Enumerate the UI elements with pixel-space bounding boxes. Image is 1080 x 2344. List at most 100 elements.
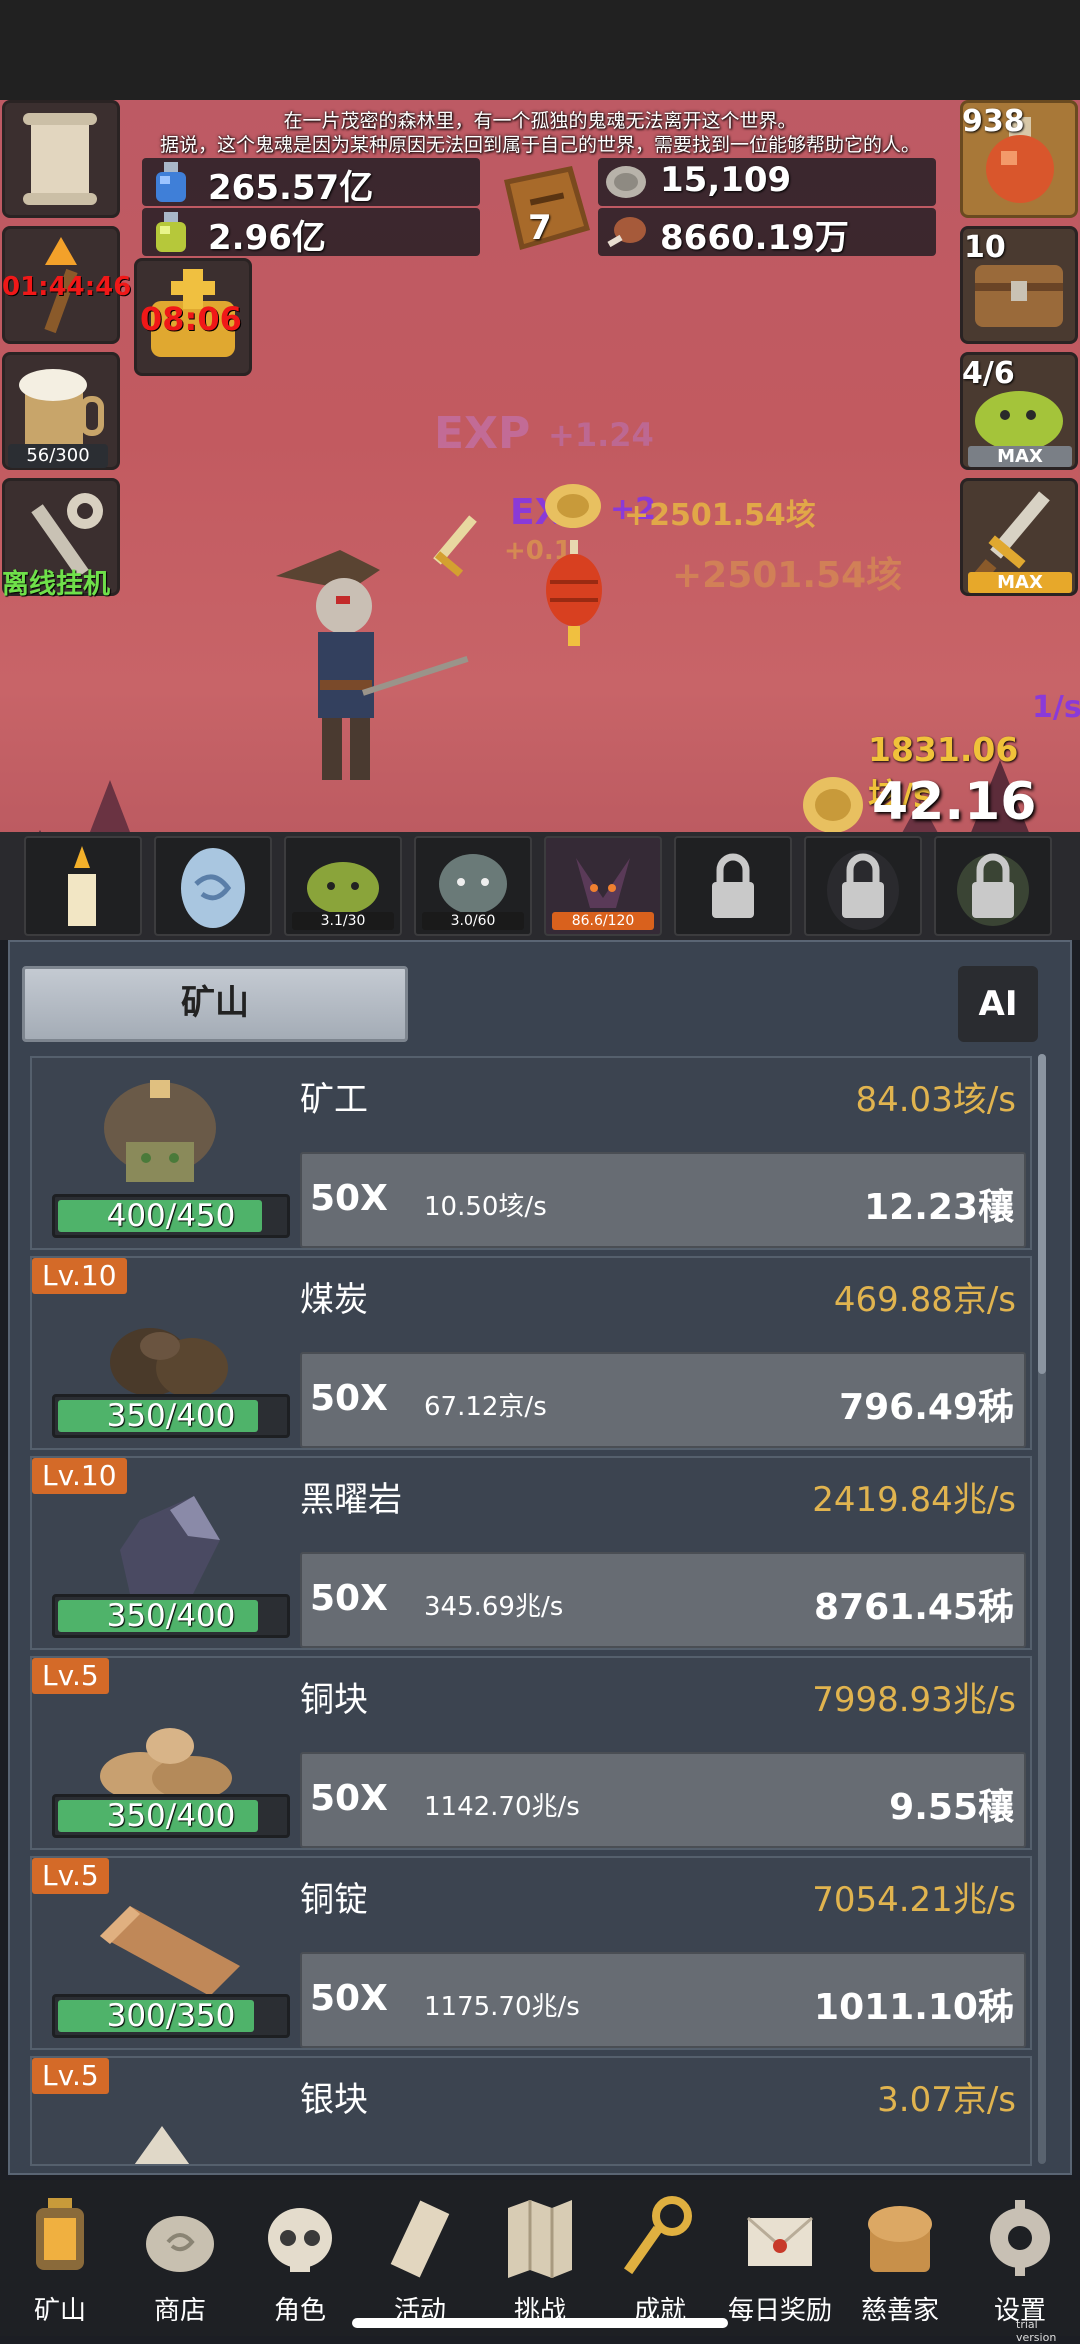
miner-buy-rate: 10.50垓/s (424, 1192, 547, 1222)
nav-achievements[interactable]: 成就 (600, 2180, 720, 2330)
tab-mine[interactable]: 矿山 (22, 966, 408, 1042)
mine-row-obsidian: Lv.10 350/400 黑曜岩 2419.84兆/s 50X 345.69兆… (30, 1456, 1032, 1650)
miner-progress-text: 400/450 (106, 1198, 236, 1234)
copper-level: Lv.5 (32, 1658, 109, 1694)
candle-icon (68, 846, 96, 926)
miner-name: 矿工 (300, 1080, 368, 1120)
slime-companion-icon (307, 862, 379, 914)
lock-icon (827, 850, 899, 930)
scrollbar[interactable] (1038, 1054, 1046, 2164)
miner-buy-button[interactable]: 50X 10.50垓/s 12.23穰 (300, 1152, 1026, 1248)
skull-icon (268, 2208, 332, 2272)
resource-blue-panel: 265.57亿 (142, 158, 480, 208)
nav-character[interactable]: 角色 (240, 2180, 360, 2330)
mine-row-copper-ingot: Lv.5 300/350 铜锭 7054.21兆/s 50X 1175.70兆/… (30, 1856, 1032, 2050)
copper-progress-text: 350/400 (106, 1798, 236, 1834)
miner-rate: 84.03垓/s (855, 1080, 1016, 1120)
blue-potion-icon (156, 162, 186, 202)
nav-daily-reward-label: 每日奖励 (727, 2296, 832, 2326)
copper-ingot-progress-text: 300/350 (106, 1998, 236, 2034)
scroll-icon (390, 2200, 450, 2278)
meat-icon (607, 217, 646, 248)
resource-green-panel: 2.96亿 (142, 208, 480, 258)
copper-ingot-rate: 7054.21兆/s (812, 1880, 1016, 1920)
nav-daily-reward[interactable]: 每日奖励 (720, 2180, 840, 2330)
miner-multiplier: 50X (310, 1178, 388, 1219)
slot-slime[interactable]: 3.1/30 (284, 836, 402, 936)
coal-name: 煤炭 (300, 1280, 368, 1320)
copper-cost: 9.55穰 (889, 1787, 1014, 1828)
scrollbar-thumb[interactable] (1038, 1054, 1046, 1374)
coal-rate: 469.88京/s (833, 1280, 1016, 1320)
coal-buy-rate: 67.12京/s (424, 1392, 547, 1422)
lantern-icon (36, 2198, 84, 2270)
coal-cost: 796.49秭 (839, 1387, 1014, 1428)
companion-slot-row: 3.1/30 3.0/60 86.6/120 (0, 832, 1080, 940)
book-button[interactable]: 7 (490, 160, 600, 256)
copper-ingot-buy-button[interactable]: 50X 1175.70兆/s 1011.10秭 (300, 1952, 1026, 2048)
mine-row-coal: Lv.10 350/400 煤炭 469.88京/s 50X 67.12京/s … (30, 1256, 1032, 1450)
copper-name: 铜块 (300, 1680, 368, 1720)
coal-icon (110, 1328, 228, 1398)
miner-cost: 12.23穰 (864, 1187, 1014, 1228)
quest-scroll-button[interactable] (2, 100, 120, 218)
home-indicator (352, 2318, 728, 2328)
copper-ingot-multiplier: 50X (310, 1978, 388, 2019)
obsidian-progress: 350/400 (52, 1594, 290, 1638)
copper-rate: 7998.93兆/s (812, 1680, 1016, 1720)
nav-shop[interactable]: 商店 (120, 2180, 240, 2330)
coal-multiplier: 50X (310, 1378, 388, 1419)
slot-ghost[interactable]: 3.0/60 (414, 836, 532, 936)
slot-locked-1[interactable] (674, 836, 792, 936)
obsidian-name: 黑曜岩 (300, 1480, 402, 1520)
gear-icon (990, 2200, 1050, 2276)
egg-icon (181, 848, 245, 928)
lantern-enemy[interactable] (544, 540, 604, 650)
obsidian-cost: 8761.45秭 (814, 1587, 1014, 1628)
mine-row-miner: 400/450 矿工 84.03垓/s 50X 10.50垓/s 12.23穰 (30, 1056, 1032, 1250)
slot-ghost-progress: 3.0/60 (422, 912, 524, 930)
obsidian-rate: 2419.84兆/s (812, 1480, 1016, 1520)
slot-candle[interactable] (24, 836, 142, 936)
copper-buy-rate: 1142.70兆/s (424, 1792, 580, 1822)
coal-buy-button[interactable]: 50X 67.12京/s 796.49秭 (300, 1352, 1026, 1448)
obsidian-buy-button[interactable]: 50X 345.69兆/s 8761.45秭 (300, 1552, 1026, 1648)
gold-coin-drop-icon (545, 484, 601, 528)
silver-level: Lv.5 (32, 2058, 109, 2094)
status-bar (0, 0, 1080, 100)
nav-philanthropist[interactable]: 慈善家 (840, 2180, 960, 2330)
resource-coin-panel: 15,109 (598, 158, 936, 206)
slot-slime-progress: 3.1/30 (292, 912, 394, 930)
resource-meat-panel: 8660.19万 (598, 208, 936, 258)
lock-icon (712, 853, 754, 918)
slot-demon[interactable]: 86.6/120 (544, 836, 662, 936)
stone-icon (146, 2216, 214, 2272)
green-potion-icon (156, 212, 186, 252)
meat-value: 8660.19万 (660, 218, 849, 258)
coal-progress: 350/400 (52, 1394, 290, 1438)
bottom-nav: 矿山 商店 角色 活动 挑战 成就 每日奖励 慈善家 设置 trial vers… (0, 2180, 1080, 2344)
bread-icon (868, 2206, 932, 2272)
lock-icon (957, 853, 1029, 926)
treasure-timer: 08:06 (140, 300, 242, 338)
copper-ingot-buy-rate: 1175.70兆/s (424, 1992, 580, 2022)
ai-button[interactable]: AI (958, 966, 1038, 1042)
slot-locked-3[interactable] (934, 836, 1052, 936)
trial-watermark: trial version (1016, 2318, 1057, 2344)
map-icon (508, 2200, 572, 2278)
nav-challenge[interactable]: 挑战 (480, 2180, 600, 2330)
copper-ingot-icon (100, 1906, 240, 1996)
coal-level: Lv.10 (32, 1258, 127, 1294)
story-line-1: 在一片茂密的森林里，有一个孤独的鬼魂无法离开这个世界。 (283, 110, 797, 132)
nav-events[interactable]: 活动 (360, 2180, 480, 2330)
slime-count: 4/6 (962, 356, 1015, 391)
nav-settings[interactable]: 设置 (960, 2180, 1080, 2330)
nav-mine[interactable]: 矿山 (0, 2180, 120, 2330)
book-count: 7 (528, 208, 552, 248)
copper-buy-button[interactable]: 50X 1142.70兆/s 9.55穰 (300, 1752, 1026, 1848)
beer-count: 56/300 (8, 444, 108, 468)
slot-egg[interactable] (154, 836, 272, 936)
slot-locked-2[interactable] (804, 836, 922, 936)
mine-row-copper: Lv.5 350/400 铜块 7998.93兆/s 50X 1142.70兆/… (30, 1656, 1032, 1850)
exp-label-faded: EXP (434, 408, 531, 459)
